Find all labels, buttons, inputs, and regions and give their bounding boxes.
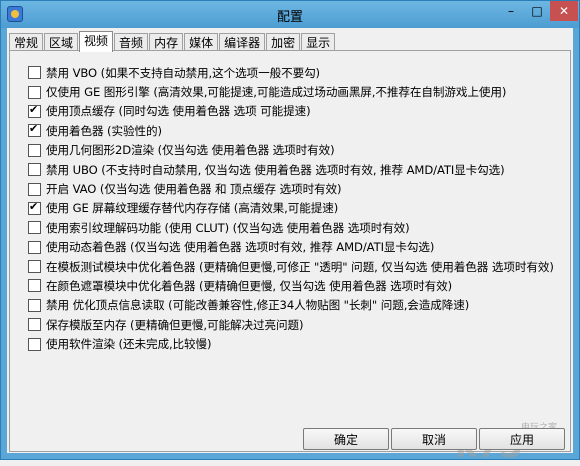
cancel-button[interactable]: 取消: [391, 428, 477, 450]
option-enable-vao[interactable]: 开启 VAO (仅当勾选 使用着色器 和 顶点缓存 选项时有效): [28, 179, 554, 198]
close-button[interactable]: ✕: [550, 1, 578, 21]
apply-button[interactable]: 应用: [479, 428, 565, 450]
option-vertex-cache[interactable]: 使用顶点缓存 (同时勾选 使用着色器 选项 可能提速): [28, 102, 554, 121]
checkbox[interactable]: [28, 66, 41, 80]
option-ge-only[interactable]: 仅使用 GE 图形引擎 (高清效果,可能提速,可能造成过场动画黑屏,不推荐在自制…: [28, 82, 554, 101]
video-settings-panel: 禁用 VBO (如果不支持自动禁用,这个选项一般不要勾) 仅使用 GE 图形引擎…: [9, 50, 571, 452]
option-label: 使用索引纹理解码功能 (使用 CLUT) (仅当勾选 使用着色器 选项时有效): [46, 220, 410, 235]
window-title: 配置: [276, 10, 303, 25]
option-ge-texture-cache[interactable]: 使用 GE 屏幕纹理缓存替代内存存储 (高清效果,可能提速): [28, 199, 554, 218]
option-label: 使用顶点缓存 (同时勾选 使用着色器 选项 可能提速): [46, 104, 311, 119]
title-bar[interactable]: 配置 – □ ✕: [1, 1, 579, 28]
options-list: 禁用 VBO (如果不支持自动禁用,这个选项一般不要勾) 仅使用 GE 图形引擎…: [28, 63, 554, 354]
option-label: 保存模版至内存 (更精确但更慢,可能解决过亮问题): [46, 317, 304, 332]
option-clut[interactable]: 使用索引纹理解码功能 (使用 CLUT) (仅当勾选 使用着色器 选项时有效): [28, 218, 554, 237]
option-label: 开启 VAO (仅当勾选 使用着色器 和 顶点缓存 选项时有效): [46, 182, 342, 197]
checkbox[interactable]: [28, 298, 41, 312]
option-label: 禁用 UBO (不支持时自动禁用, 仅当勾选 使用着色器 选项时有效, 推荐 A…: [46, 162, 505, 177]
option-label: 仅使用 GE 图形引擎 (高清效果,可能提速,可能造成过场动画黑屏,不推荐在自制…: [46, 85, 507, 100]
option-label: 使用软件渲染 (还未完成,比较慢): [46, 337, 212, 352]
option-label: 在模板测试模块中优化着色器 (更精确但更慢,可修正 "透明" 问题, 仅当勾选 …: [46, 259, 554, 274]
checkbox[interactable]: [28, 182, 41, 196]
checkbox[interactable]: [28, 337, 41, 351]
ok-button[interactable]: 确定: [303, 428, 389, 450]
checkbox[interactable]: [28, 318, 41, 332]
option-dynamic-shaders[interactable]: 使用动态着色器 (仅当勾选 使用着色器 选项时有效, 推荐 AMD/ATI显卡勾…: [28, 238, 554, 257]
option-geometry-2d[interactable]: 使用几何图形2D渲染 (仅当勾选 使用着色器 选项时有效): [28, 141, 554, 160]
maximize-button[interactable]: □: [524, 1, 550, 21]
checkbox[interactable]: [28, 122, 41, 138]
tab-video[interactable]: 视频: [79, 31, 114, 52]
checkbox[interactable]: [28, 200, 41, 215]
option-disable-ubo[interactable]: 禁用 UBO (不支持时自动禁用, 仅当勾选 使用着色器 选项时有效, 推荐 A…: [28, 160, 554, 179]
checkbox[interactable]: [28, 221, 41, 235]
option-disable-vertex-opt[interactable]: 禁用 优化顶点信息读取 (可能改善兼容性,修正34人物贴图 "长刺" 问题,会造…: [28, 296, 554, 315]
option-label: 在颜色遮罩模块中优化着色器 (更精确但更慢, 仅当勾选 使用着色器 选项时有效): [46, 278, 453, 293]
option-use-shaders[interactable]: 使用着色器 (实验性的): [28, 121, 554, 140]
option-label: 使用几何图形2D渲染 (仅当勾选 使用着色器 选项时有效): [46, 143, 335, 158]
option-label: 禁用 VBO (如果不支持自动禁用,这个选项一般不要勾): [46, 65, 320, 80]
dialog-client: 常规 区域 视频 音频 内存 媒体 编译器 加密 显示 禁用 VBO (如果不支…: [7, 28, 573, 466]
option-disable-vbo[interactable]: 禁用 VBO (如果不支持自动禁用,这个选项一般不要勾): [28, 63, 554, 82]
option-stencil-shader[interactable]: 在模板测试模块中优化着色器 (更精确但更慢,可修正 "透明" 问题, 仅当勾选 …: [28, 257, 554, 276]
tab-bar: 常规 区域 视频 音频 内存 媒体 编译器 加密 显示: [9, 31, 336, 52]
checkbox[interactable]: [28, 240, 41, 254]
checkbox[interactable]: [28, 85, 41, 99]
checkbox[interactable]: [28, 103, 41, 118]
option-label: 禁用 优化顶点信息读取 (可能改善兼容性,修正34人物贴图 "长刺" 问题,会造…: [46, 298, 470, 313]
checkbox[interactable]: [28, 143, 41, 157]
checkbox[interactable]: [28, 279, 41, 293]
minimize-button[interactable]: –: [498, 1, 524, 21]
option-label: 使用着色器 (实验性的): [46, 123, 162, 138]
option-software-render[interactable]: 使用软件渲染 (还未完成,比较慢): [28, 334, 554, 353]
checkbox[interactable]: [28, 260, 41, 274]
option-label: 使用 GE 屏幕纹理缓存替代内存存储 (高清效果,可能提速): [46, 201, 339, 216]
option-save-stencil[interactable]: 保存模版至内存 (更精确但更慢,可能解决过亮问题): [28, 315, 554, 334]
option-color-mask-shader[interactable]: 在颜色遮罩模块中优化着色器 (更精确但更慢, 仅当勾选 使用着色器 选项时有效): [28, 276, 554, 295]
option-label: 使用动态着色器 (仅当勾选 使用着色器 选项时有效, 推荐 AMD/ATI显卡勾…: [46, 240, 435, 255]
config-window: 配置 – □ ✕ 常规 区域 视频 音频 内存 媒体 编译器 加密 显示 禁用 …: [0, 0, 580, 466]
checkbox[interactable]: [28, 163, 41, 177]
